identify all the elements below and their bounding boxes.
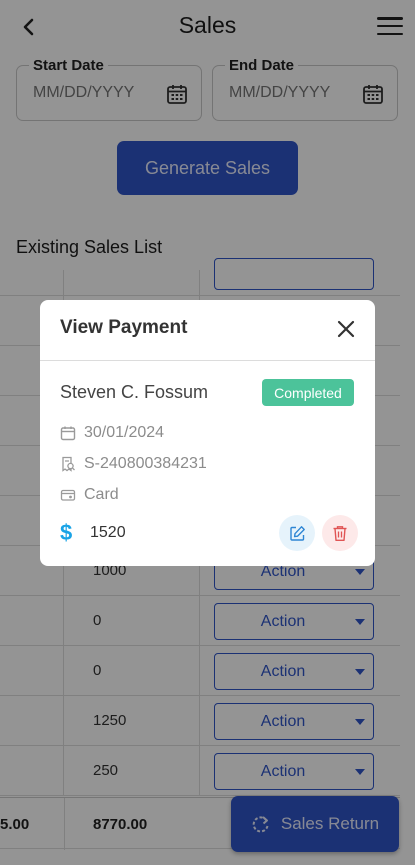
payment-amount: 1520 <box>90 524 126 541</box>
edit-button[interactable] <box>279 515 315 551</box>
receipt-icon <box>62 456 75 472</box>
view-payment-modal: View Payment Steven C. Fossum Completed … <box>40 300 375 566</box>
payment-date-line: 30/01/2024 <box>60 422 164 444</box>
customer-name: Steven C. Fossum <box>60 382 209 402</box>
close-icon[interactable] <box>335 318 357 340</box>
edit-icon <box>289 525 305 541</box>
calendar-icon <box>60 426 76 441</box>
delete-button[interactable] <box>322 515 358 551</box>
payment-method: Card <box>84 486 119 503</box>
card-icon <box>60 489 76 501</box>
invoice-number: S-240800384231 <box>84 455 207 472</box>
trash-icon <box>333 525 347 541</box>
payment-date: 30/01/2024 <box>84 424 165 441</box>
amount-line: $ 1520 <box>60 520 126 546</box>
dollar-icon: $ <box>60 520 73 545</box>
payment-method-line: Card <box>60 484 119 506</box>
status-badge: Completed <box>262 379 354 406</box>
invoice-line: S-240800384231 <box>60 453 207 475</box>
modal-title: View Payment <box>60 317 188 338</box>
modal-divider <box>40 360 375 361</box>
